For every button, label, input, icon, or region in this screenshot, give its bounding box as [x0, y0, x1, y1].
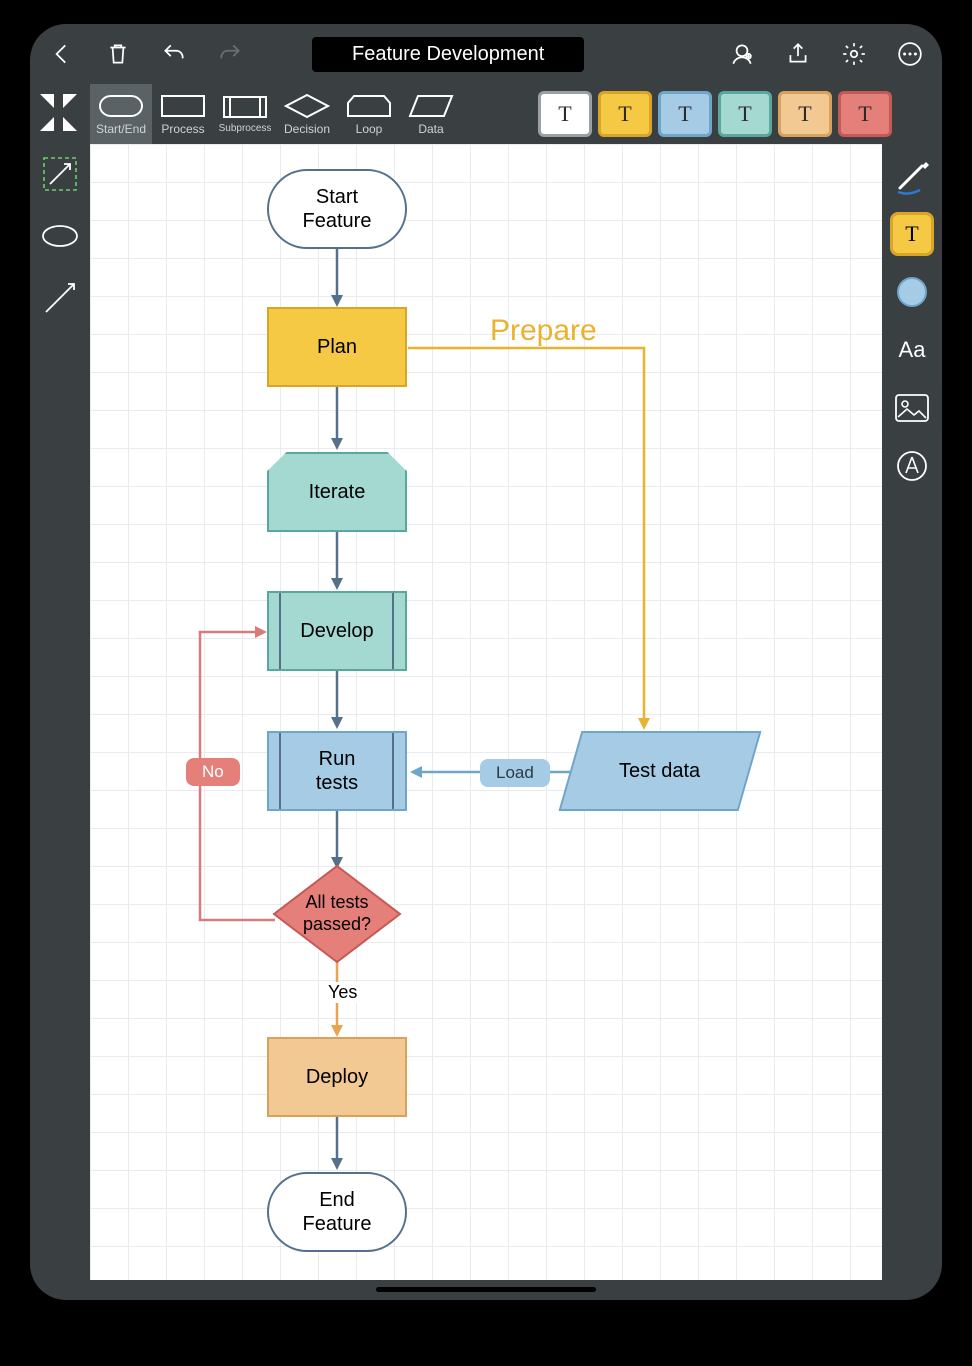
color-swatches: TTTTTT: [538, 84, 942, 144]
shape-decision[interactable]: Decision: [276, 84, 338, 144]
shape-data[interactable]: Data: [400, 84, 462, 144]
shape-label: Data: [418, 122, 443, 136]
redo-icon[interactable]: [216, 40, 244, 68]
swatch-1[interactable]: T: [598, 91, 652, 137]
node-develop[interactable]: Develop: [267, 591, 407, 671]
shape-label: Start/End: [96, 122, 146, 136]
top-toolbar: Feature Development: [30, 24, 942, 84]
edge-label-no: No: [186, 758, 240, 786]
shape-label: Loop: [356, 122, 383, 136]
home-indicator: [376, 1287, 596, 1292]
select-tool[interactable]: [38, 152, 82, 196]
ellipse-tool[interactable]: [38, 214, 82, 258]
canvas[interactable]: Start Feature Plan Iterate Develop Run t…: [90, 144, 882, 1280]
document-title[interactable]: Feature Development: [312, 37, 584, 72]
shape-label: Process: [161, 122, 204, 136]
node-decision[interactable]: All tests passed?: [272, 864, 402, 964]
trash-icon[interactable]: [104, 40, 132, 68]
pen-tool[interactable]: [890, 154, 934, 198]
node-start[interactable]: Start Feature: [267, 169, 407, 249]
image-tool[interactable]: [890, 386, 934, 430]
settings-icon[interactable]: [840, 40, 868, 68]
node-deploy[interactable]: Deploy: [267, 1037, 407, 1117]
swatch-4[interactable]: T: [778, 91, 832, 137]
undo-icon[interactable]: [160, 40, 188, 68]
edge-label-prepare: Prepare: [490, 314, 597, 348]
swatch-2[interactable]: T: [658, 91, 712, 137]
shape-fill-tool[interactable]: [890, 270, 934, 314]
shape-process[interactable]: Process: [152, 84, 214, 144]
shape-label: Subprocess: [219, 123, 272, 134]
swatch-3[interactable]: T: [718, 91, 772, 137]
swatch-0[interactable]: T: [538, 91, 592, 137]
line-tool[interactable]: [38, 276, 82, 320]
back-icon[interactable]: [48, 40, 76, 68]
shape-loop[interactable]: Loop: [338, 84, 400, 144]
shape-label: Decision: [284, 122, 330, 136]
left-toolbar: [30, 144, 90, 328]
shape-toolbar: Start/End Process Subprocess Decision Lo…: [30, 84, 942, 144]
active-color-swatch[interactable]: T: [890, 212, 934, 256]
corner-tool[interactable]: [30, 84, 90, 144]
edge-label-load: Load: [480, 759, 550, 787]
collaborate-icon[interactable]: [728, 40, 756, 68]
node-runtests[interactable]: Run tests: [267, 731, 407, 811]
text-tool[interactable]: Aa: [890, 328, 934, 372]
swatch-5[interactable]: T: [838, 91, 892, 137]
node-end[interactable]: End Feature: [267, 1172, 407, 1252]
node-iterate[interactable]: Iterate: [267, 452, 407, 532]
shape-subprocess[interactable]: Subprocess: [214, 84, 276, 144]
right-toolbar: T Aa: [882, 144, 942, 498]
edge-label-yes: Yes: [320, 982, 365, 1003]
node-plan[interactable]: Plan: [267, 307, 407, 387]
share-icon[interactable]: [784, 40, 812, 68]
shape-start-end[interactable]: Start/End: [90, 84, 152, 144]
node-testdata[interactable]: Test data: [559, 731, 762, 811]
more-icon[interactable]: [896, 40, 924, 68]
annotate-tool[interactable]: [890, 444, 934, 488]
